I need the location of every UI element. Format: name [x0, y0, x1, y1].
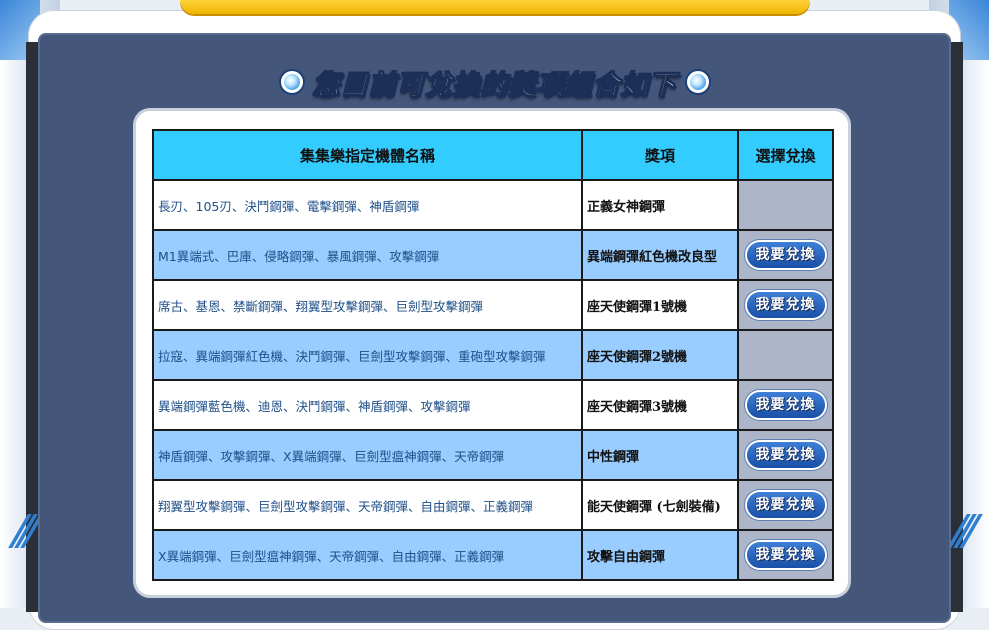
page-heading: 您目前可兌換的獎項組合如下 [0, 60, 989, 104]
redeem-button[interactable]: 我要兌換 [746, 542, 825, 568]
cell-machine-names: 席古、基恩、禁斷鋼彈、翔翼型攻擊鋼彈、巨劍型攻擊鋼彈 [152, 279, 583, 331]
redeem-button[interactable]: 我要兌換 [746, 492, 825, 518]
page-title: 您目前可兌換的獎項組合如下 [312, 69, 677, 101]
cell-award: 中性鋼彈 [581, 429, 739, 481]
top-yellow-bar [180, 0, 810, 14]
orb-icon [280, 71, 303, 93]
cell-machine-names: 翔翼型攻擊鋼彈、巨劍型攻擊鋼彈、天帝鋼彈、自由鋼彈、正義鋼彈 [152, 479, 583, 531]
cell-machine-names: X異端鋼彈、巨劍型瘟神鋼彈、天帝鋼彈、自由鋼彈、正義鋼彈 [152, 529, 583, 581]
stripes-right-icon [947, 514, 983, 554]
table-row: 神盾鋼彈、攻擊鋼彈、X異端鋼彈、巨劍型瘟神鋼彈、天帝鋼彈 中性鋼彈 我要兌換 [152, 429, 834, 481]
table-row: 長刃、105刃、決鬥鋼彈、電擊鋼彈、神盾鋼彈 正義女神鋼彈 [152, 179, 834, 231]
cell-award: 座天使鋼彈1號機 [581, 279, 739, 331]
cell-award: 攻擊自由鋼彈 [581, 529, 739, 581]
cell-select: 我要兌換 [737, 429, 834, 481]
cell-award: 異端鋼彈紅色機改良型 [581, 229, 739, 281]
cell-select: 我要兌換 [737, 279, 834, 331]
header-award: 獎項 [581, 129, 739, 181]
awards-table-container: 集集樂指定機體名稱 獎項 選擇兌換 長刃、105刃、決鬥鋼彈、電擊鋼彈、神盾鋼彈… [136, 111, 848, 595]
table-row: X異端鋼彈、巨劍型瘟神鋼彈、天帝鋼彈、自由鋼彈、正義鋼彈 攻擊自由鋼彈 我要兌換 [152, 529, 834, 581]
cell-machine-names: M1異端式、巴庫、侵略鋼彈、暴風鋼彈、攻擊鋼彈 [152, 229, 583, 281]
cell-machine-names: 神盾鋼彈、攻擊鋼彈、X異端鋼彈、巨劍型瘟神鋼彈、天帝鋼彈 [152, 429, 583, 481]
cell-award: 能天使鋼彈 (七劍裝備) [581, 479, 739, 531]
stripes-left-icon [8, 514, 44, 554]
orb-icon [686, 71, 709, 93]
table-header-row: 集集樂指定機體名稱 獎項 選擇兌換 [152, 129, 834, 181]
cell-select: 我要兌換 [737, 229, 834, 281]
cell-machine-names: 異端鋼彈藍色機、迪恩、決鬥鋼彈、神盾鋼彈、攻擊鋼彈 [152, 379, 583, 431]
table-row: 席古、基恩、禁斷鋼彈、翔翼型攻擊鋼彈、巨劍型攻擊鋼彈 座天使鋼彈1號機 我要兌換 [152, 279, 834, 331]
header-name: 集集樂指定機體名稱 [152, 129, 583, 181]
redeem-button[interactable]: 我要兌換 [746, 292, 825, 318]
redeem-button[interactable]: 我要兌換 [746, 392, 825, 418]
cell-select: 我要兌換 [737, 529, 834, 581]
redeem-button[interactable]: 我要兌換 [746, 242, 825, 268]
awards-table: 集集樂指定機體名稱 獎項 選擇兌換 長刃、105刃、決鬥鋼彈、電擊鋼彈、神盾鋼彈… [152, 129, 834, 581]
cell-select: 我要兌換 [737, 479, 834, 531]
cell-award: 座天使鋼彈2號機 [581, 329, 739, 381]
cell-machine-names: 長刃、105刃、決鬥鋼彈、電擊鋼彈、神盾鋼彈 [152, 179, 583, 231]
cell-machine-names: 拉寇、異端鋼彈紅色機、決鬥鋼彈、巨劍型攻擊鋼彈、重砲型攻擊鋼彈 [152, 329, 583, 381]
header-select: 選擇兌換 [737, 129, 834, 181]
redeem-button[interactable]: 我要兌換 [746, 442, 825, 468]
table-row: 拉寇、異端鋼彈紅色機、決鬥鋼彈、巨劍型攻擊鋼彈、重砲型攻擊鋼彈 座天使鋼彈2號機 [152, 329, 834, 381]
cell-award: 座天使鋼彈3號機 [581, 379, 739, 431]
cell-select [737, 329, 834, 381]
cell-select: 我要兌換 [737, 379, 834, 431]
table-row: M1異端式、巴庫、侵略鋼彈、暴風鋼彈、攻擊鋼彈 異端鋼彈紅色機改良型 我要兌換 [152, 229, 834, 281]
table-row: 翔翼型攻擊鋼彈、巨劍型攻擊鋼彈、天帝鋼彈、自由鋼彈、正義鋼彈 能天使鋼彈 (七劍裝… [152, 479, 834, 531]
cell-award: 正義女神鋼彈 [581, 179, 739, 231]
cell-select [737, 179, 834, 231]
table-row: 異端鋼彈藍色機、迪恩、決鬥鋼彈、神盾鋼彈、攻擊鋼彈 座天使鋼彈3號機 我要兌換 [152, 379, 834, 431]
